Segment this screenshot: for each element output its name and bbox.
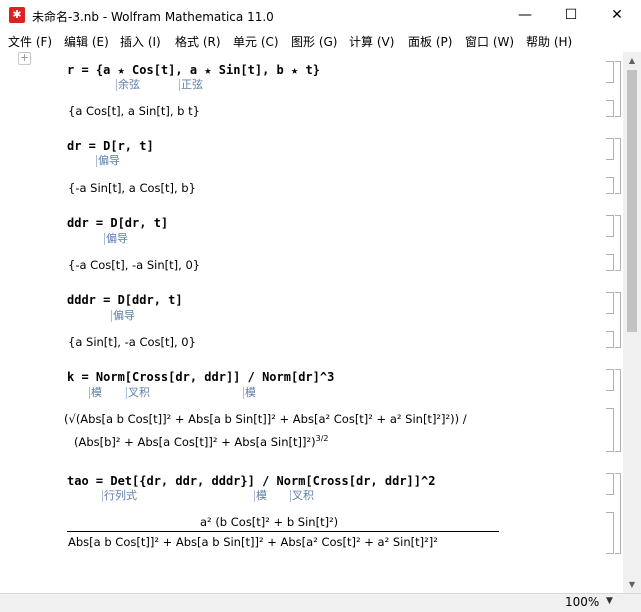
hint-cross: 叉积 bbox=[126, 386, 150, 399]
cell-bracket-output[interactable] bbox=[606, 331, 614, 348]
hint-cross: 叉积 bbox=[290, 489, 314, 502]
input-cell-5[interactable]: k = Norm[Cross[dr, ddr]] / Norm[dr]^3 bbox=[67, 370, 334, 384]
hint-norm: 模 bbox=[89, 386, 102, 399]
menu-evaluation[interactable]: 计算 (V) bbox=[349, 33, 394, 50]
cell-bracket-output[interactable] bbox=[606, 177, 614, 194]
close-icon: ✕ bbox=[611, 7, 623, 23]
menu-window[interactable]: 窗口 (W) bbox=[465, 33, 514, 50]
menu-edit[interactable]: 编辑 (E) bbox=[64, 33, 109, 50]
cell-group-bracket[interactable] bbox=[615, 138, 621, 194]
cell-bracket-input[interactable] bbox=[606, 138, 614, 160]
scroll-down-icon[interactable]: ▼ bbox=[623, 576, 641, 593]
times-star-icon: ★ bbox=[204, 63, 212, 77]
menu-graphics[interactable]: 图形 (G) bbox=[291, 33, 337, 50]
fraction-numerator[interactable]: a² (b Cos[t]² + b Sin[t]²) bbox=[200, 515, 338, 529]
cell-bracket-output[interactable] bbox=[606, 100, 614, 117]
hint-norm: 模 bbox=[254, 489, 267, 502]
input-cell-4[interactable]: dddr = D[ddr, t] bbox=[67, 293, 183, 307]
status-bar: 100% ▼ bbox=[0, 593, 641, 612]
mathematica-app-icon[interactable]: ✱ bbox=[9, 7, 25, 23]
hint-derivative: 偏导 bbox=[111, 309, 135, 322]
window-title: 未命名-3.nb - Wolfram Mathematica 11.0 bbox=[32, 10, 274, 24]
input-cell-3[interactable]: ddr = D[dr, t] bbox=[67, 216, 168, 230]
minimize-button[interactable]: — bbox=[502, 0, 548, 30]
scroll-up-icon[interactable]: ▲ bbox=[623, 52, 641, 69]
output-cell-5-line1[interactable]: (√(Abs[a b Cos[t]]² + Abs[a b Sin[t]]² +… bbox=[64, 412, 467, 426]
cell-group-bracket[interactable] bbox=[615, 369, 621, 452]
cell-group-bracket[interactable] bbox=[615, 61, 621, 117]
menu-file[interactable]: 文件 (F) bbox=[8, 33, 52, 50]
minimize-icon: — bbox=[518, 7, 532, 23]
vertical-scrollbar[interactable]: ▲ ▼ bbox=[623, 52, 641, 593]
menu-insert[interactable]: 插入 (I) bbox=[120, 33, 161, 50]
input-cell-6[interactable]: tao = Det[{dr, ddr, dddr}] / Norm[Cross[… bbox=[67, 474, 435, 488]
menu-palettes[interactable]: 面板 (P) bbox=[408, 33, 452, 50]
output-cell-4[interactable]: {a Sin[t], -a Cos[t], 0} bbox=[68, 335, 196, 349]
hint-cos: 余弦 bbox=[116, 78, 140, 91]
output-cell-2[interactable]: {-a Sin[t], a Cos[t], b} bbox=[68, 181, 196, 195]
cell-bracket-input[interactable] bbox=[606, 369, 614, 391]
hint-sin: 正弦 bbox=[179, 78, 203, 91]
hint-det: 行列式 bbox=[102, 489, 137, 502]
menu-help[interactable]: 帮助 (H) bbox=[526, 33, 572, 50]
close-button[interactable]: ✕ bbox=[594, 0, 640, 30]
cell-group-bracket[interactable] bbox=[615, 292, 621, 348]
insert-cell-plus-icon[interactable]: + bbox=[18, 52, 31, 65]
cell-bracket-output[interactable] bbox=[606, 254, 614, 271]
notebook-area[interactable]: + r = {a ★ Cos[t], a ★ Sin[t], b ★ t} 余弦… bbox=[0, 52, 623, 593]
input-cell-1[interactable]: r = {a ★ Cos[t], a ★ Sin[t], b ★ t} bbox=[67, 63, 320, 77]
title-bar: ✱ 未命名-3.nb - Wolfram Mathematica 11.0 — … bbox=[0, 0, 641, 30]
output-cell-3[interactable]: {-a Cos[t], -a Sin[t], 0} bbox=[68, 258, 200, 272]
maximize-icon: ☐ bbox=[564, 7, 578, 23]
zoom-dropdown-icon[interactable]: ▼ bbox=[606, 596, 613, 606]
cell-bracket-input[interactable] bbox=[606, 473, 614, 495]
fraction-line bbox=[67, 531, 499, 532]
times-star-icon: ★ bbox=[117, 63, 125, 77]
menu-bar: 文件 (F) 编辑 (E) 插入 (I) 格式 (R) 单元 (C) 图形 (G… bbox=[0, 30, 641, 52]
cell-bracket-output[interactable] bbox=[606, 408, 614, 452]
cell-bracket-output[interactable] bbox=[606, 512, 614, 554]
cell-group-bracket[interactable] bbox=[615, 473, 621, 554]
hint-derivative: 偏导 bbox=[96, 154, 120, 167]
hint-norm: 模 bbox=[243, 386, 256, 399]
cell-bracket-input[interactable] bbox=[606, 292, 614, 314]
maximize-button[interactable]: ☐ bbox=[548, 0, 594, 30]
fraction-denominator[interactable]: Abs[a b Cos[t]]² + Abs[a b Sin[t]]² + Ab… bbox=[68, 535, 438, 549]
output-cell-5-line2[interactable]: (Abs[b]² + Abs[a Cos[t]]² + Abs[a Sin[t]… bbox=[74, 434, 328, 449]
menu-cell[interactable]: 单元 (C) bbox=[233, 33, 279, 50]
output-cell-1[interactable]: {a Cos[t], a Sin[t], b t} bbox=[68, 104, 200, 118]
scroll-thumb[interactable] bbox=[627, 70, 637, 332]
cell-bracket-input[interactable] bbox=[606, 215, 614, 237]
cell-group-bracket[interactable] bbox=[615, 215, 621, 271]
zoom-level[interactable]: 100% bbox=[565, 595, 599, 609]
menu-format[interactable]: 格式 (R) bbox=[175, 33, 221, 50]
input-cell-2[interactable]: dr = D[r, t] bbox=[67, 139, 154, 153]
hint-derivative: 偏导 bbox=[104, 232, 128, 245]
cell-bracket-input[interactable] bbox=[606, 61, 614, 83]
